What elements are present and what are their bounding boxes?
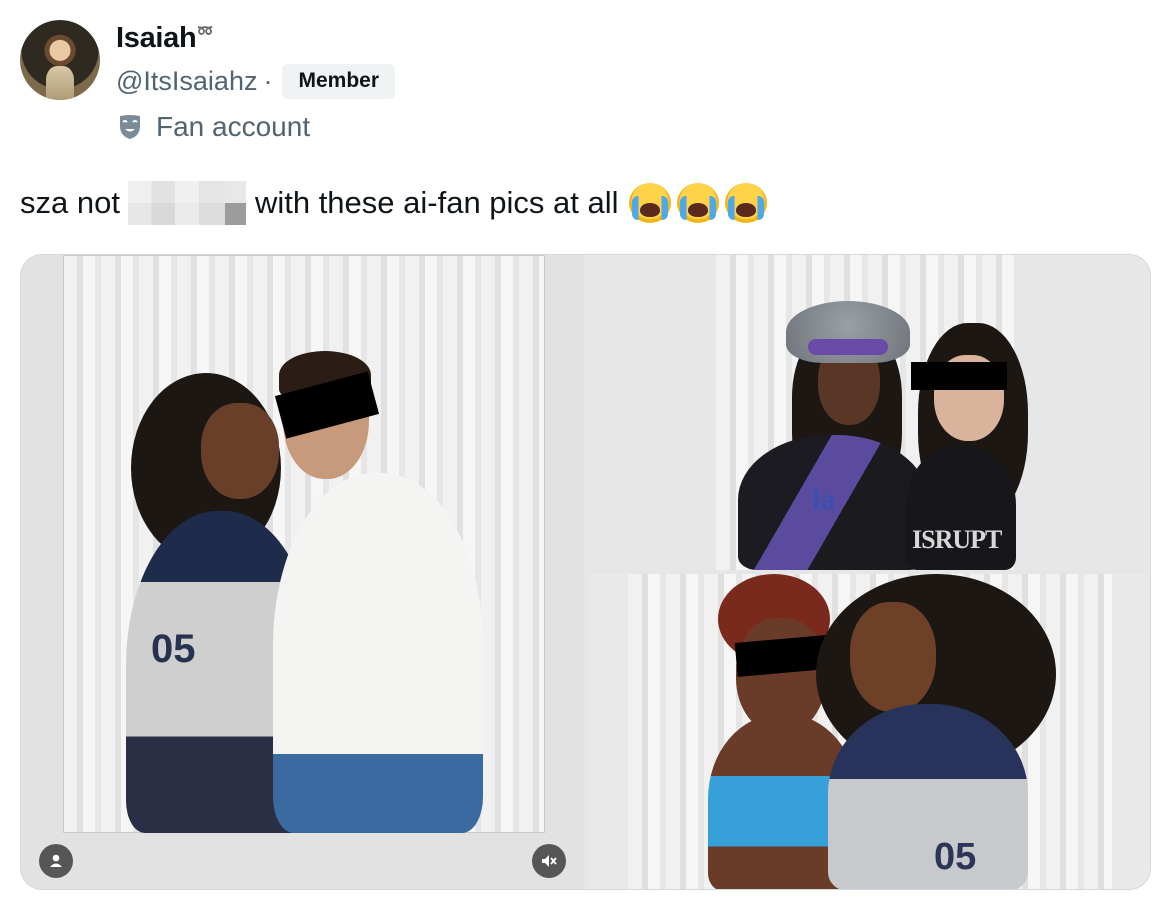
theater-mask-icon [120,115,140,139]
author-name-row: Isaiah ➿ [116,22,214,55]
author-display-name[interactable]: Isaiah [116,22,197,55]
photo-bottom-right[interactable]: 05 [588,574,1150,889]
crying-face-emoji-1 [628,183,671,223]
tweet-text-before: sza not [20,185,120,220]
redacted-word [127,181,246,225]
person-jersey [828,704,1028,889]
author-handle[interactable]: @ItsIsaiahz [116,66,257,97]
person-face [850,602,936,712]
tweet-text: sza not with these ai-fan pics at all [20,181,767,225]
hat-visor [808,339,888,355]
account-label-text: Fan account [156,111,311,142]
separator-dot: · [263,65,273,96]
person-shirt [273,473,483,833]
media-grid: 05 la ISRUPT 05 [20,254,1151,890]
mute-button[interactable] [532,844,566,878]
crying-face-emoji-3 [724,183,767,223]
shirt-text: ISRUPT [912,525,1002,554]
censor-bar [911,362,1007,390]
name-emoji: ➿ [197,24,214,39]
member-badge[interactable]: Member [282,63,395,99]
photo-main[interactable]: 05 [21,255,584,889]
jersey-number: 05 [151,627,196,671]
author-handle-row: @ItsIsaiahz · Member [116,63,395,99]
jersey-number: 05 [934,836,977,878]
account-label[interactable]: Fan account [118,111,310,143]
muted-speaker-icon [542,855,557,867]
person-face [201,403,279,499]
crying-face-emoji-2 [676,183,719,223]
person-icon [50,854,62,867]
jacket-logo: la [812,483,836,516]
photo-top-right[interactable]: la ISRUPT [588,255,1150,570]
author-avatar[interactable] [20,20,100,100]
tweet-text-after: with these ai-fan pics at all [254,185,619,220]
tag-people-button[interactable] [39,844,73,878]
